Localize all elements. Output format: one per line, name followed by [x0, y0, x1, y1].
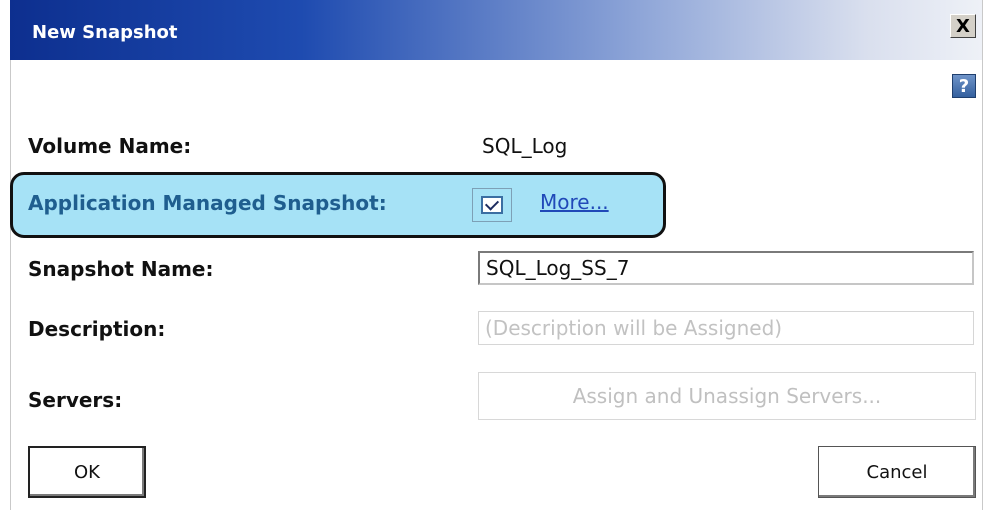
volume-name-value: SQL_Log: [482, 134, 568, 158]
cancel-button[interactable]: Cancel: [818, 446, 976, 498]
ok-button[interactable]: OK: [28, 446, 146, 498]
app-managed-label: Application Managed Snapshot:: [28, 191, 387, 215]
help-button[interactable]: ?: [952, 74, 976, 98]
close-icon: X: [956, 15, 970, 37]
volume-name-label: Volume Name:: [28, 134, 192, 158]
app-managed-checkbox[interactable]: [472, 188, 512, 222]
window-left-border: [0, 0, 11, 510]
description-input[interactable]: [478, 311, 974, 345]
dialog-title: New Snapshot: [32, 22, 178, 43]
window-right-border: [982, 0, 992, 510]
description-label: Description:: [28, 317, 166, 341]
checkbox-checked-icon: [481, 196, 503, 214]
snapshot-name-label: Snapshot Name:: [28, 257, 214, 281]
more-link[interactable]: More...: [540, 190, 609, 214]
check-mark: [484, 196, 500, 211]
snapshot-name-input[interactable]: [478, 251, 974, 285]
help-icon: ?: [958, 75, 970, 97]
assign-servers-button[interactable]: Assign and Unassign Servers...: [478, 372, 976, 420]
close-button[interactable]: X: [950, 14, 976, 38]
dialog-titlebar: New Snapshot: [10, 0, 982, 60]
servers-label: Servers:: [28, 388, 123, 412]
